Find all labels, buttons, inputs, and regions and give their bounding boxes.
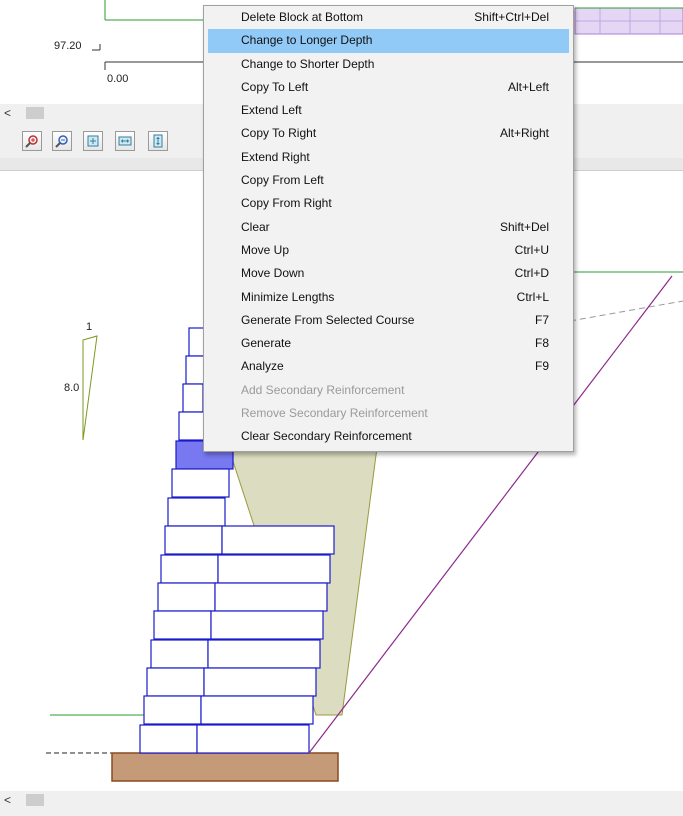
scroll-thumb[interactable] [26, 107, 44, 119]
menu-item-label: Move Down [241, 266, 305, 281]
menu-item-change-to-longer-depth[interactable]: Change to Longer Depth [208, 29, 569, 53]
menu-item-label: Move Up [241, 242, 290, 257]
menu-item-change-to-shorter-depth[interactable]: Change to Shorter Depth [208, 53, 569, 76]
reinforcement-block[interactable] [200, 695, 314, 725]
menu-item-label: Clear [241, 219, 270, 234]
reinforcement-block[interactable] [210, 610, 324, 640]
leveling-pad [111, 752, 339, 782]
zoom-out-icon [55, 135, 68, 148]
menu-item-label: Copy From Right [241, 196, 332, 211]
block[interactable] [167, 497, 226, 527]
menu-item-clear[interactable]: Clear Shift+Del [208, 216, 569, 239]
menu-item-copy-to-right[interactable]: Copy To Right Alt+Right [208, 122, 569, 145]
menu-item-shortcut: Ctrl+L [516, 289, 549, 304]
menu-item-copy-from-left[interactable]: Copy From Left [208, 169, 569, 192]
reinforcement-block[interactable] [196, 724, 310, 754]
menu-item-extend-left[interactable]: Extend Left [208, 99, 569, 122]
bottom-toolbar-strip [0, 808, 683, 816]
menu-item-label: Add Secondary Reinforcement [241, 382, 405, 397]
y-axis-label: 97.20 [54, 40, 82, 52]
menu-item-label: Copy To Left [241, 79, 309, 94]
menu-item-shortcut: Ctrl+D [514, 266, 549, 281]
block[interactable] [153, 610, 212, 640]
menu-item-shortcut: Shift+Ctrl+Del [474, 10, 549, 24]
zoom-out-button[interactable] [52, 131, 72, 151]
menu-item-add-secondary-reinforcement: Add Secondary Reinforcement [208, 379, 569, 402]
menu-item-label: Extend Left [241, 103, 302, 118]
menu-item-label: Change to Longer Depth [241, 33, 373, 48]
block[interactable] [146, 667, 205, 697]
menu-item-label: Delete Block at Bottom [241, 10, 364, 24]
zoom-fit-icon [87, 135, 99, 147]
menu-item-label: Minimize Lengths [241, 289, 335, 304]
reinforcement-block[interactable] [221, 525, 335, 555]
reinforcement-block[interactable] [203, 667, 317, 697]
zoom-vertical-icon [153, 134, 163, 148]
menu-item-delete-block-at-bottom[interactable]: Delete Block at Bottom Shift+Ctrl+Del [208, 6, 569, 29]
menu-item-copy-to-left[interactable]: Copy To Left Alt+Left [208, 76, 569, 99]
menu-item-label: Extend Right [241, 149, 310, 164]
menu-item-analyze[interactable]: Analyze F9 [208, 355, 569, 378]
scroll-left-arrow[interactable]: < [4, 793, 11, 807]
bottom-horizontal-scrollbar[interactable]: < [0, 791, 683, 809]
block[interactable] [139, 724, 198, 754]
menu-item-shortcut: Ctrl+U [514, 242, 549, 257]
x-axis-label: 0.00 [107, 73, 129, 85]
menu-item-shortcut: F8 [534, 336, 549, 351]
menu-item-generate-from-selected-course[interactable]: Generate From Selected Course F7 [208, 309, 569, 332]
block[interactable] [164, 525, 223, 555]
menu-item-copy-from-right[interactable]: Copy From Right [208, 192, 569, 215]
menu-item-shortcut: Alt+Right [499, 126, 549, 141]
menu-item-label: Copy To Right [241, 126, 317, 141]
menu-item-label: Generate [241, 336, 292, 351]
scroll-left-arrow[interactable]: < [4, 106, 11, 120]
reinforcement-block[interactable] [217, 554, 331, 584]
block[interactable] [182, 383, 204, 413]
zoom-in-button[interactable] [22, 131, 42, 151]
zoom-in-icon [25, 135, 38, 148]
zoom-horizontal-button[interactable] [115, 131, 135, 151]
block[interactable] [150, 639, 209, 669]
block[interactable] [157, 582, 216, 612]
block[interactable] [171, 468, 230, 498]
batter-triangle [82, 335, 98, 441]
block[interactable] [178, 411, 206, 441]
batter-ratio-side: 8.0 [64, 382, 80, 394]
block-context-menu: Delete Block at Bottom Shift+Ctrl+Del Chan… [203, 5, 574, 452]
phreatic-line [569, 300, 683, 322]
menu-item-remove-secondary-reinforcement: Remove Secondary Reinforcement [208, 402, 569, 425]
batter-ratio-top: 1 [86, 321, 93, 333]
menu-item-shortcut: F9 [534, 359, 549, 374]
menu-item-label: Copy From Left [241, 173, 324, 188]
menu-item-label: Change to Shorter Depth [241, 56, 375, 71]
menu-item-shortcut: F7 [534, 312, 549, 327]
menu-item-clear-secondary-reinforcement[interactable]: Clear Secondary Reinforcement [208, 425, 569, 448]
menu-item-label: Generate From Selected Course [241, 312, 415, 327]
reinforcement-block[interactable] [207, 639, 321, 669]
menu-item-shortcut: Alt+Left [507, 79, 549, 94]
menu-item-label: Analyze [241, 359, 284, 374]
menu-item-generate[interactable]: Generate F8 [208, 332, 569, 355]
zoom-horizontal-icon [118, 136, 132, 146]
menu-item-shortcut: Shift+Del [499, 219, 549, 234]
zoom-vertical-button[interactable] [148, 131, 168, 151]
block[interactable] [143, 695, 202, 725]
menu-item-label: Clear Secondary Reinforcement [241, 429, 412, 444]
menu-item-extend-right[interactable]: Extend Right [208, 146, 569, 169]
menu-item-minimize-lengths[interactable]: Minimize Lengths Ctrl+L [208, 286, 569, 309]
menu-item-move-down[interactable]: Move Down Ctrl+D [208, 262, 569, 285]
zoom-fit-button[interactable] [83, 131, 103, 151]
scroll-thumb[interactable] [26, 794, 44, 806]
menu-item-label: Remove Secondary Reinforcement [241, 406, 428, 421]
reinforcement-block[interactable] [214, 582, 328, 612]
block[interactable] [160, 554, 219, 584]
menu-item-move-up[interactable]: Move Up Ctrl+U [208, 239, 569, 262]
